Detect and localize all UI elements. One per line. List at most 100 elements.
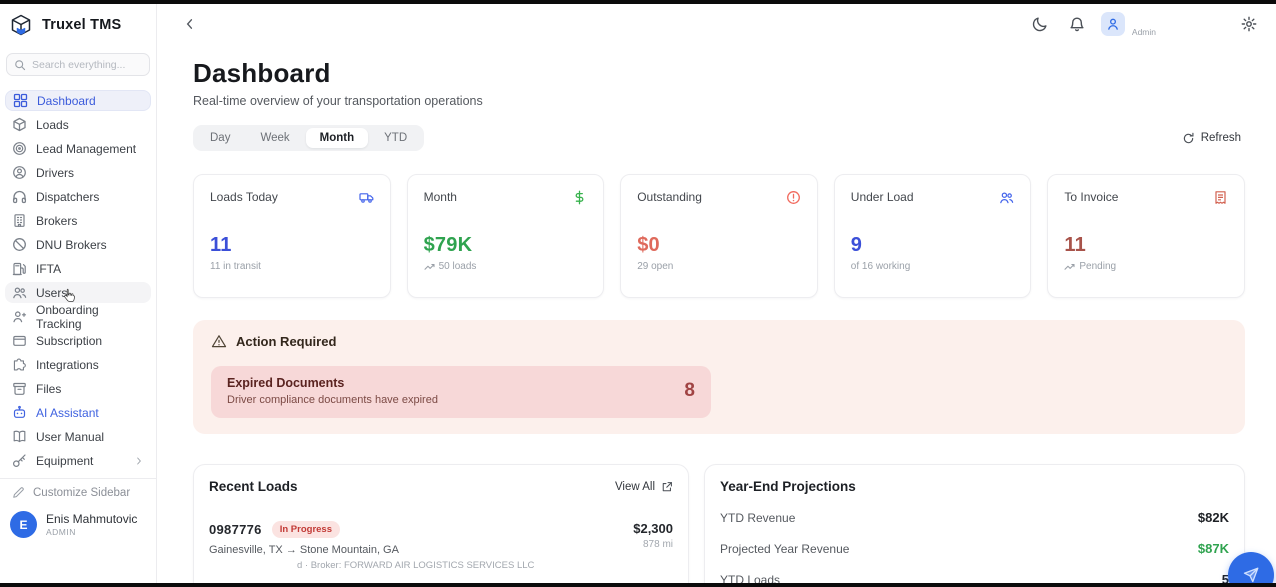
gear-icon bbox=[1241, 16, 1257, 32]
stat-label: Outstanding bbox=[637, 190, 702, 204]
tab-week[interactable]: Week bbox=[246, 128, 303, 148]
projection-row-ytd-revenue: YTD Revenue $82K bbox=[720, 510, 1229, 525]
sidebar-item-label: Onboarding Tracking bbox=[36, 303, 144, 331]
sidebar-item-dashboard[interactable]: Dashboard bbox=[5, 90, 151, 111]
recent-loads-title: Recent Loads bbox=[209, 479, 298, 494]
dashboard-grid-icon bbox=[13, 93, 28, 108]
avatar: E bbox=[10, 511, 37, 538]
sidebar-item-label: Dispatchers bbox=[36, 190, 99, 204]
users-icon bbox=[12, 285, 27, 300]
stat-card-month[interactable]: Month $79K 50 loads bbox=[407, 174, 605, 298]
stat-subtitle: Pending bbox=[1079, 261, 1116, 272]
sidebar-item-files[interactable]: Files bbox=[5, 378, 151, 399]
sidebar-item-equipment[interactable]: Equipment bbox=[5, 450, 151, 471]
stat-card-to-invoice[interactable]: To Invoice 11 Pending bbox=[1047, 174, 1245, 298]
tab-ytd[interactable]: YTD bbox=[370, 128, 421, 148]
sidebar-item-ifta[interactable]: IFTA bbox=[5, 258, 151, 279]
projection-value: $87K bbox=[1198, 541, 1229, 556]
projection-label: Projected Year Revenue bbox=[720, 542, 849, 556]
refresh-button[interactable]: Refresh bbox=[1182, 132, 1241, 145]
projection-label: YTD Loads bbox=[720, 573, 780, 584]
top-header-bar: Admin bbox=[157, 4, 1276, 44]
package-icon bbox=[12, 117, 27, 132]
sidebar-item-lead-management[interactable]: Lead Management bbox=[5, 138, 151, 159]
truck-icon bbox=[359, 190, 374, 205]
user-name: Enis Mahmutovic bbox=[46, 512, 137, 527]
stat-label: Under Load bbox=[851, 190, 914, 204]
wallet-icon bbox=[12, 333, 27, 348]
year-end-projections-panel: Year-End Projections YTD Revenue $82K Pr… bbox=[704, 464, 1245, 583]
projection-row-projected-revenue: Projected Year Revenue $87K bbox=[720, 541, 1229, 556]
stat-label: Month bbox=[424, 190, 457, 204]
stat-label: To Invoice bbox=[1064, 190, 1118, 204]
user-role-badge: ADMIN bbox=[46, 527, 137, 537]
users-icon bbox=[999, 190, 1014, 205]
stat-card-outstanding[interactable]: Outstanding $0 29 open bbox=[620, 174, 818, 298]
sidebar-item-label: Equipment bbox=[36, 454, 93, 468]
tab-month[interactable]: Month bbox=[306, 128, 368, 148]
sidebar: Truxel TMS Dashboard Loads bbox=[0, 4, 157, 583]
stat-card-under-load[interactable]: Under Load 9 of 16 working bbox=[834, 174, 1032, 298]
archive-icon bbox=[12, 381, 27, 396]
customize-sidebar-button[interactable]: Customize Sidebar bbox=[0, 478, 156, 505]
top-letterbox-bar bbox=[0, 0, 1276, 4]
sidebar-item-dnu-brokers[interactable]: DNU Brokers bbox=[5, 234, 151, 255]
collapse-sidebar-button[interactable] bbox=[183, 17, 197, 31]
sidebar-item-integrations[interactable]: Integrations bbox=[5, 354, 151, 375]
account-button[interactable] bbox=[1101, 12, 1125, 36]
stat-cards-row: Loads Today 11 11 in transit Month $79K bbox=[193, 174, 1245, 298]
dark-mode-toggle[interactable] bbox=[1027, 11, 1053, 37]
customize-sidebar-label: Customize Sidebar bbox=[33, 487, 130, 499]
sidebar-search[interactable] bbox=[6, 53, 150, 76]
stat-value: 11 bbox=[1064, 234, 1228, 257]
moon-icon bbox=[1032, 16, 1048, 32]
truxel-cube-logo-icon bbox=[8, 12, 34, 38]
trend-up-icon bbox=[1064, 262, 1075, 271]
sidebar-item-label: Drivers bbox=[36, 166, 74, 180]
sidebar-item-subscription[interactable]: Subscription bbox=[5, 330, 151, 351]
settings-button[interactable] bbox=[1236, 11, 1262, 37]
notifications-button[interactable] bbox=[1064, 11, 1090, 37]
sidebar-item-label: Files bbox=[36, 382, 61, 396]
sidebar-item-loads[interactable]: Loads bbox=[5, 114, 151, 135]
pencil-icon bbox=[12, 486, 25, 499]
sidebar-item-label: Integrations bbox=[36, 358, 99, 372]
view-all-button[interactable]: View All bbox=[615, 481, 673, 493]
projections-title: Year-End Projections bbox=[720, 479, 856, 494]
recent-loads-panel: Recent Loads View All 0987776 In Progres… bbox=[193, 464, 689, 583]
puzzle-icon bbox=[12, 357, 27, 372]
action-required-panel: Action Required Expired Documents Driver… bbox=[193, 320, 1245, 434]
expired-documents-alert[interactable]: Expired Documents Driver compliance docu… bbox=[211, 366, 711, 418]
tab-day[interactable]: Day bbox=[196, 128, 244, 148]
sidebar-item-label: Lead Management bbox=[36, 142, 136, 156]
sidebar-item-label: Brokers bbox=[36, 214, 77, 228]
user-icon bbox=[1106, 17, 1120, 31]
admin-label: Admin bbox=[1132, 27, 1156, 37]
bottom-letterbox-bar bbox=[0, 583, 1276, 587]
app-logo[interactable]: Truxel TMS bbox=[0, 4, 156, 44]
sidebar-item-onboarding-tracking[interactable]: Onboarding Tracking bbox=[5, 306, 151, 327]
load-broker: d · Broker: FORWARD AIR LOGISTICS SERVIC… bbox=[297, 560, 534, 571]
sidebar-item-drivers[interactable]: Drivers bbox=[5, 162, 151, 183]
sidebar-item-brokers[interactable]: Brokers bbox=[5, 210, 151, 231]
sidebar-item-dispatchers[interactable]: Dispatchers bbox=[5, 186, 151, 207]
stat-subtitle: 29 open bbox=[637, 261, 673, 272]
app-title: Truxel TMS bbox=[42, 17, 121, 33]
sidebar-item-label: User Manual bbox=[36, 430, 104, 444]
driver-user-circle-icon bbox=[12, 165, 27, 180]
sidebar-item-label: Subscription bbox=[36, 334, 102, 348]
sidebar-nav: Dashboard Loads Lead Management Drivers … bbox=[0, 87, 156, 474]
sidebar-item-user-manual[interactable]: User Manual bbox=[5, 426, 151, 447]
sidebar-item-label: AI Assistant bbox=[36, 406, 99, 420]
sidebar-item-label: Dashboard bbox=[37, 94, 96, 108]
sidebar-item-label: IFTA bbox=[36, 262, 61, 276]
search-input[interactable] bbox=[32, 59, 132, 71]
sidebar-user-profile[interactable]: E Enis Mahmutovic ADMIN bbox=[0, 505, 156, 544]
load-list-item[interactable]: 0987776 In Progress Gainesville, TX → St… bbox=[209, 521, 673, 571]
robot-icon bbox=[12, 405, 27, 420]
sidebar-item-ai-assistant[interactable]: AI Assistant bbox=[5, 402, 151, 423]
sidebar-item-users[interactable]: Users bbox=[5, 282, 151, 303]
bell-icon bbox=[1069, 16, 1085, 32]
stat-value: $79K bbox=[424, 234, 588, 257]
stat-card-loads-today[interactable]: Loads Today 11 11 in transit bbox=[193, 174, 391, 298]
